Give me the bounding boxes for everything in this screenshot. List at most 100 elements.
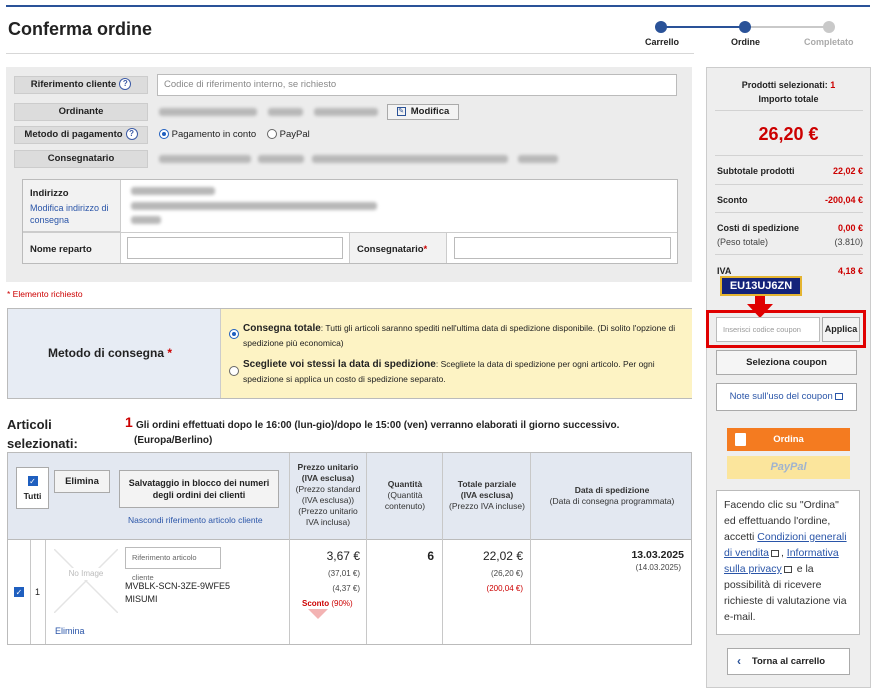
row-checkbox[interactable]: ✓ bbox=[14, 587, 24, 598]
radio-icon[interactable] bbox=[229, 366, 239, 377]
consignee-field-label-text: Consegnatario bbox=[357, 244, 424, 255]
customer-ref-label: Riferimento cliente? bbox=[14, 76, 148, 94]
subtotal-discount: (200,04 €) bbox=[486, 584, 523, 593]
orderer-redacted bbox=[314, 108, 378, 116]
consignee-redacted bbox=[518, 155, 558, 163]
total-amount: 26,20 € bbox=[758, 124, 819, 144]
modify-address-link[interactable]: Modifica indirizzo di consegna bbox=[30, 202, 118, 226]
brand-name: MISUMI bbox=[125, 594, 158, 604]
checkbox-checked-icon[interactable]: ✓ bbox=[27, 476, 38, 486]
delete-selected-button[interactable]: Elimina bbox=[54, 470, 110, 493]
column-divider bbox=[530, 453, 531, 644]
summary-divider bbox=[715, 254, 863, 255]
payment-option-paypal[interactable]: PayPal bbox=[267, 129, 310, 140]
header-sub: (Prezzo IVA incluse) bbox=[449, 501, 525, 511]
delivery-date-value: (14.03.2025) bbox=[635, 563, 681, 572]
summary-divider bbox=[715, 184, 863, 185]
delivery-method-label: Metodo di consegna * bbox=[48, 346, 172, 360]
consignee-input[interactable] bbox=[454, 237, 671, 259]
weight-label: (Peso totale) bbox=[717, 237, 769, 247]
delivery-option-title: Scegliete voi stessi la data di spedizio… bbox=[243, 359, 436, 370]
radio-selected-icon[interactable] bbox=[229, 329, 239, 340]
paypal-button[interactable]: PayPal bbox=[727, 456, 850, 479]
required-note: * Elemento richiesto bbox=[7, 289, 83, 299]
back-to-cart-button[interactable]: ‹ Torna al carrello bbox=[727, 648, 850, 675]
standard-price: (37,01 €) bbox=[327, 569, 360, 578]
department-input[interactable] bbox=[127, 237, 343, 259]
price-incl-vat: (4,37 €) bbox=[332, 584, 360, 593]
edit-icon: ✎ bbox=[396, 106, 406, 116]
header-quantity: Quantità (Quantità contenuto) bbox=[370, 479, 440, 512]
order-button-label: Ordina bbox=[773, 434, 804, 445]
notice-number: 1 bbox=[125, 414, 133, 430]
header-sub: (Prezzo standard (IVA esclusa)) bbox=[295, 484, 361, 505]
discount-label: Sconto bbox=[302, 599, 330, 608]
address-redacted bbox=[131, 216, 161, 224]
apply-coupon-button[interactable]: Applica bbox=[822, 317, 860, 342]
article-ref-input[interactable]: Riferimento articolo cliente bbox=[125, 547, 221, 582]
address-redacted bbox=[131, 187, 215, 195]
order-button[interactable]: Ordina bbox=[727, 428, 850, 451]
payment-option-account[interactable]: Pagamento in conto bbox=[159, 129, 256, 140]
coupon-note-link[interactable]: Note sull'uso del coupon bbox=[716, 383, 857, 411]
selected-products: Prodotti selezionati: 1 bbox=[707, 80, 870, 90]
external-link-icon bbox=[770, 549, 779, 557]
step-dot-ordine bbox=[739, 21, 751, 33]
coupon-input[interactable]: Inserisci codice coupon bbox=[716, 317, 820, 342]
delivery-option-total-radio[interactable] bbox=[229, 329, 239, 340]
consignee-field-label: Consegnatario* bbox=[357, 244, 427, 255]
customer-ref-label-text: Riferimento cliente bbox=[30, 79, 117, 90]
consignee-redacted bbox=[258, 155, 304, 163]
header-title: Prezzo unitario bbox=[297, 462, 359, 472]
no-image-label: No Image bbox=[66, 568, 106, 580]
step-label-carrello: Carrello bbox=[645, 37, 680, 47]
header-title: Quantità bbox=[387, 479, 423, 489]
terms-box: Facendo clic su "Ordina" ed effettuando … bbox=[716, 490, 860, 635]
subtotal-label: Subtotale prodotti bbox=[717, 166, 795, 176]
delivery-method-box: Metodo di consegna * Consegna totale: Tu… bbox=[7, 308, 692, 399]
checkbox-checked-icon[interactable]: ✓ bbox=[14, 587, 24, 597]
subtotal-incl-vat: (26,20 €) bbox=[490, 569, 523, 578]
modify-orderer-button[interactable]: ✎ Modifica bbox=[387, 104, 459, 120]
row-delete-link[interactable]: Elimina bbox=[55, 626, 85, 636]
discount-badge: Sconto (90%) bbox=[302, 599, 353, 608]
radio-icon[interactable] bbox=[267, 129, 277, 140]
help-icon[interactable]: ? bbox=[125, 128, 138, 141]
discount-percent: (90%) bbox=[331, 599, 353, 608]
department-label: Nome reparto bbox=[30, 244, 92, 255]
customer-ref-input[interactable]: Codice di riferimento interno, se richie… bbox=[157, 74, 677, 96]
bulk-save-button[interactable]: Salvataggio in blocco dei numeri degli o… bbox=[119, 470, 279, 508]
select-all-checkbox[interactable]: ✓ bbox=[17, 476, 48, 487]
summary-divider bbox=[715, 110, 863, 111]
discount-row: Sconto -200,04 € bbox=[717, 195, 863, 205]
weight-value: (3.810) bbox=[834, 237, 863, 247]
required-mark: * bbox=[423, 244, 428, 255]
select-coupon-button[interactable]: Seleziona coupon bbox=[716, 350, 857, 375]
subtotal-row: Subtotale prodotti 22,02 € bbox=[717, 166, 863, 176]
quantity-value: 6 bbox=[427, 549, 434, 563]
radio-selected-icon[interactable] bbox=[159, 129, 169, 140]
hide-ref-link[interactable]: Nascondi riferimento articolo cliente bbox=[128, 515, 263, 525]
document-icon bbox=[735, 433, 746, 446]
consignee-redacted bbox=[159, 155, 251, 163]
help-icon[interactable]: ? bbox=[119, 78, 132, 91]
vat-label: IVA bbox=[717, 266, 732, 276]
modify-label: Modifica bbox=[410, 106, 450, 117]
column-divider bbox=[289, 453, 290, 644]
delivery-option-custom-radio[interactable] bbox=[229, 366, 239, 377]
step-dot-completato bbox=[823, 21, 835, 33]
discount-amount: -200,04 € bbox=[824, 195, 863, 205]
summary-divider bbox=[715, 155, 863, 156]
step-line-pending bbox=[745, 26, 829, 28]
delivery-option-total[interactable]: Consegna totale: Tutti gli articoli sara… bbox=[243, 321, 683, 350]
address-redacted bbox=[131, 202, 377, 210]
address-box: Indirizzo Modifica indirizzo di consegna… bbox=[22, 179, 678, 264]
orderer-redacted bbox=[268, 108, 303, 116]
summary-divider bbox=[715, 212, 863, 213]
header-unit-price: Prezzo unitario (IVA esclusa) (Prezzo st… bbox=[292, 462, 364, 528]
select-all-button[interactable]: ✓ Tutti bbox=[16, 467, 49, 509]
step-dot-carrello bbox=[655, 21, 667, 33]
header-sub: (Data di consegna programmata) bbox=[549, 496, 675, 506]
delivery-option-custom[interactable]: Scegliete voi stessi la data di spedizio… bbox=[243, 357, 683, 386]
subtotal-value: 22,02 € bbox=[482, 549, 523, 563]
